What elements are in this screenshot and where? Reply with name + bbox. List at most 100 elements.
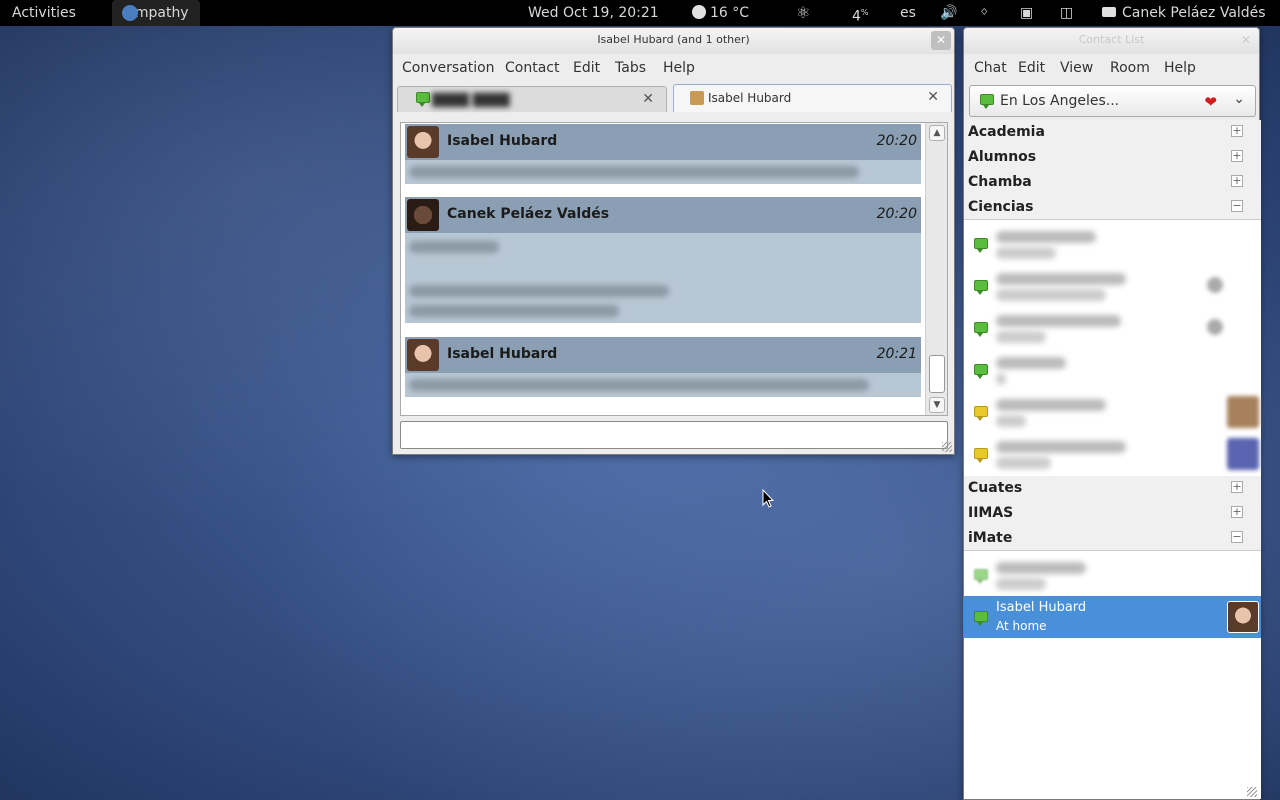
tab-other-contact[interactable]: ████ ████ ✕ [397,86,667,112]
menu-help[interactable]: Help [663,54,695,82]
message-time: 20:20 [876,133,917,149]
blurred-text [409,379,869,391]
menu-view[interactable]: View [1060,54,1093,82]
group-imate[interactable]: iMate − [964,526,1261,551]
group-alumnos[interactable]: Alumnos + [964,145,1261,170]
weather-indicator[interactable]: 16 °C [692,0,749,26]
message-header: Canek Peláez Valdés 20:20 [405,197,921,233]
menu-edit[interactable]: Edit [1018,54,1045,82]
list-item[interactable] [964,223,1261,265]
list-item[interactable] [964,391,1261,433]
close-icon[interactable]: ✕ [931,31,951,50]
group-name: Alumnos [968,149,1037,165]
blurred-text [996,315,1121,327]
chat-tabs: ████ ████ ✕ Isabel Hubard ✕ [395,84,952,112]
message-input[interactable] [400,421,948,449]
chat-window-title: Isabel Hubard (and 1 other) [393,28,954,54]
bluetooth-icon[interactable]: ᛜ [980,0,988,26]
menu-chat[interactable]: Chat [974,54,1007,82]
heart-icon[interactable]: ❤ [1204,93,1217,111]
close-icon[interactable]: ✕ [927,89,939,105]
away-icon [974,406,988,421]
network-icon[interactable]: ▣ [1020,0,1033,26]
tab-isabel-hubard[interactable]: Isabel Hubard ✕ [673,84,952,112]
status-counter[interactable]: 4% [852,0,869,26]
resize-grip[interactable] [1247,787,1257,797]
empathy-app-icon [122,5,138,21]
activities-button[interactable]: Activities [12,0,76,26]
expand-icon[interactable]: + [1231,175,1243,187]
blurred-text [409,285,669,297]
collapse-icon[interactable]: − [1231,200,1243,212]
resize-grip[interactable] [942,442,952,452]
list-item[interactable] [964,554,1261,596]
menu-room[interactable]: Room [1110,54,1150,82]
keyboard-layout[interactable]: es [900,0,916,26]
group-academia[interactable]: Academia + [964,120,1261,145]
list-item[interactable] [964,265,1261,307]
user-menu[interactable]: Canek Peláez Valdés [1102,0,1266,26]
chat-menubar: Conversation Contact Edit Tabs Help [393,54,954,82]
avatar [407,199,439,231]
chat-window: Isabel Hubard (and 1 other) ✕ Conversati… [392,27,955,455]
away-icon [974,448,988,463]
mouse-cursor-icon [762,489,774,508]
avatar [407,126,439,158]
clock[interactable]: Wed Oct 19, 20:21 [528,0,659,26]
chevron-down-icon[interactable]: ▼ [929,397,945,413]
collapse-icon[interactable]: − [1231,531,1243,543]
blurred-text [409,166,859,178]
message-header: Isabel Hubard 20:21 [405,337,921,373]
expand-icon[interactable]: + [1231,125,1243,137]
status-message: En Los Angeles... [1000,93,1120,109]
counter-value: 4 [852,8,861,25]
list-item[interactable] [964,349,1261,391]
blurred-text [996,273,1126,285]
accessibility-icon[interactable]: ⚛ [796,0,810,26]
scroll-thumb[interactable] [929,355,945,393]
presence-chooser[interactable]: En Los Angeles... ❤ ⌄ [969,85,1256,117]
group-chamba[interactable]: Chamba + [964,170,1261,195]
available-icon [974,611,988,626]
menu-conversation[interactable]: Conversation [402,54,495,82]
contact-isabel-hubard[interactable]: Isabel Hubard At home [964,596,1261,638]
message-body [405,233,921,323]
avatar [1227,396,1259,428]
blurred-text [996,415,1026,427]
menu-help[interactable]: Help [1164,54,1196,82]
counter-unit: % [860,8,869,17]
list-item[interactable] [964,307,1261,349]
blurred-text [996,331,1046,343]
expand-icon[interactable]: + [1231,481,1243,493]
group-cuates[interactable]: Cuates + [964,476,1261,501]
message-body [405,160,921,184]
app-menu[interactable]: Empathy [112,0,200,26]
menu-contact[interactable]: Contact [505,54,559,82]
blurred-text [996,399,1106,411]
close-icon[interactable]: ✕ [642,91,654,107]
avatar [1227,601,1259,633]
group-ciencias[interactable]: Ciencias − [964,195,1261,220]
contact-status: At home [996,619,1047,633]
expand-icon[interactable]: + [1231,506,1243,518]
blurred-text [996,231,1096,243]
battery-icon[interactable]: ◫ [1060,0,1073,26]
chevron-down-icon[interactable]: ⌄ [1233,91,1245,107]
message-sender: Isabel Hubard [447,346,558,362]
menu-edit[interactable]: Edit [573,54,600,82]
user-name: Canek Peláez Valdés [1122,5,1266,21]
chevron-up-icon[interactable]: ▲ [929,125,945,141]
blurred-text [996,578,1046,590]
conversation-view[interactable]: Isabel Hubard 20:20 Canek Peláez Valdés … [400,122,948,416]
menu-tabs[interactable]: Tabs [615,54,646,82]
chat-status-icon [1102,7,1116,17]
conversation-scrollbar[interactable]: ▲ ▼ [925,123,947,415]
available-icon [416,92,430,107]
group-iimas[interactable]: IIMAS + [964,501,1261,526]
volume-icon[interactable]: 🔊 [940,0,957,26]
expand-icon[interactable]: + [1231,150,1243,162]
close-icon[interactable]: ✕ [1236,31,1256,50]
group-name: Cuates [968,480,1023,496]
blurred-avatar [1207,319,1223,335]
list-item[interactable] [964,433,1261,475]
